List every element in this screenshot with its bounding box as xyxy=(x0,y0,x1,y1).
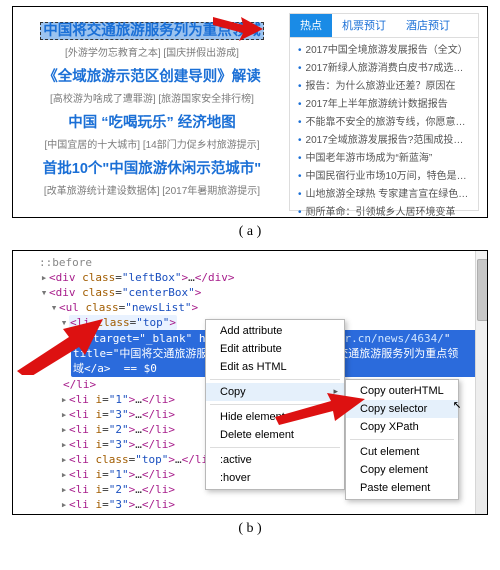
subline-4[interactable]: [改革旅游统计建设数据体] [2017年暑期旅游提示] xyxy=(21,182,283,197)
list-item[interactable]: 厕所革命：引领城乡人居环境变革 xyxy=(298,204,470,218)
ctx-copy-xpath[interactable]: Copy XPath xyxy=(346,418,458,436)
ctx-add-attribute[interactable]: Add attribute xyxy=(206,322,344,340)
ctx-edit-attribute[interactable]: Edit attribute xyxy=(206,340,344,358)
dom-node: ▾<ul class="newsList"> xyxy=(39,300,485,315)
ctx-cut-element[interactable]: Cut element xyxy=(346,443,458,461)
caption-b: ( b ) xyxy=(0,521,500,537)
tabs: 热点 机票预订 酒店预订 xyxy=(290,14,478,38)
headline-1-selected[interactable]: 中国将交通旅游服务列为重点领域 xyxy=(40,22,264,40)
list-item[interactable]: 2017全域旅游发展报告?范围成投资风口 xyxy=(298,132,470,150)
ctx-paste-element[interactable]: Paste element xyxy=(346,479,458,497)
news-left-column: 中国将交通旅游服务列为重点领域 [外游学勿忘教育之本] [国庆拼假出游成] 《全… xyxy=(21,13,283,211)
hot-list: 2017中国全境旅游发展报告（全文） 2017新绿人旅游消费白皮书7成选旅游减压… xyxy=(290,38,478,218)
context-menu[interactable]: Add attribute Edit attribute Edit as HTM… xyxy=(205,319,345,490)
headline-3[interactable]: 中国 “吃喝玩乐” 经济地图 xyxy=(21,111,283,132)
dom-node: ▸<div class="leftBox">…</div> xyxy=(39,270,485,285)
context-submenu-copy[interactable]: Copy outerHTML Copy selector Copy XPath … xyxy=(345,379,459,500)
list-item[interactable]: 报告：为什么旅游业还差？原因在 xyxy=(298,78,470,96)
ctx-copy-selector[interactable]: Copy selector xyxy=(346,400,458,418)
list-item[interactable]: 中国民宿行业市场10万间，特色是关键 xyxy=(298,168,470,186)
tab-flight[interactable]: 机票预订 xyxy=(332,14,396,37)
subline-1[interactable]: [外游学勿忘教育之本] [国庆拼假出游成] xyxy=(21,44,283,59)
ctx-copy-element[interactable]: Copy element xyxy=(346,461,458,479)
dom-node: </ul> xyxy=(39,512,485,515)
list-item[interactable]: 2017年上半年旅游统计数据报告 xyxy=(298,96,470,114)
ctx-separator xyxy=(210,404,340,405)
panel-b: ::before ▸<div class="leftBox">…</div> ▾… xyxy=(12,250,488,515)
ctx-active[interactable]: :active xyxy=(206,451,344,469)
ctx-hide-element[interactable]: Hide element xyxy=(206,408,344,426)
ctx-delete-element[interactable]: Delete element xyxy=(206,426,344,444)
list-item[interactable]: 山地旅游全球热 专家建言宣在绿色发展 xyxy=(298,186,470,204)
ctx-copy[interactable]: Copy xyxy=(206,383,344,401)
headline-2[interactable]: 《全域旅游示范区创建导则》解读 xyxy=(21,65,283,86)
panel-a: 中国将交通旅游服务列为重点领域 [外游学勿忘教育之本] [国庆拼假出游成] 《全… xyxy=(12,6,488,218)
subline-2[interactable]: [高校游为啥成了遭罪游] [旅游国家安全排行榜] xyxy=(21,90,283,105)
headline-4[interactable]: 首批10个"中国旅游休闲示范城市" xyxy=(21,157,283,178)
headline-1[interactable]: 中国将交通旅游服务列为重点领域 xyxy=(21,19,283,40)
ctx-copy-outerhtml[interactable]: Copy outerHTML xyxy=(346,382,458,400)
ctx-separator xyxy=(350,439,454,440)
pseudo-before: ::before xyxy=(39,255,485,270)
scrollbar[interactable] xyxy=(475,251,487,514)
news-right-column: 热点 机票预订 酒店预订 2017中国全境旅游发展报告（全文） 2017新绿人旅… xyxy=(289,13,479,211)
caption-a: ( a ) xyxy=(0,224,500,240)
list-item[interactable]: 2017新绿人旅游消费白皮书7成选旅游减压 xyxy=(298,60,470,78)
ctx-hover[interactable]: :hover xyxy=(206,469,344,487)
list-item[interactable]: 不能靠不安全的旅游专线，你愿意吗？ xyxy=(298,114,470,132)
tab-hotel[interactable]: 酒店预订 xyxy=(396,14,460,37)
list-item[interactable]: 中国老年游市场成为“新蓝海” xyxy=(298,150,470,168)
tab-hot[interactable]: 热点 xyxy=(290,14,332,37)
list-item[interactable]: 2017中国全境旅游发展报告（全文） xyxy=(298,42,470,60)
ctx-separator xyxy=(210,447,340,448)
dom-node: ▾<div class="centerBox"> xyxy=(39,285,485,300)
ctx-separator xyxy=(210,379,340,380)
subline-3[interactable]: [中国宜居的十大城市] [14部门力促乡村旅游提示] xyxy=(21,136,283,151)
ctx-edit-as-html[interactable]: Edit as HTML xyxy=(206,358,344,376)
